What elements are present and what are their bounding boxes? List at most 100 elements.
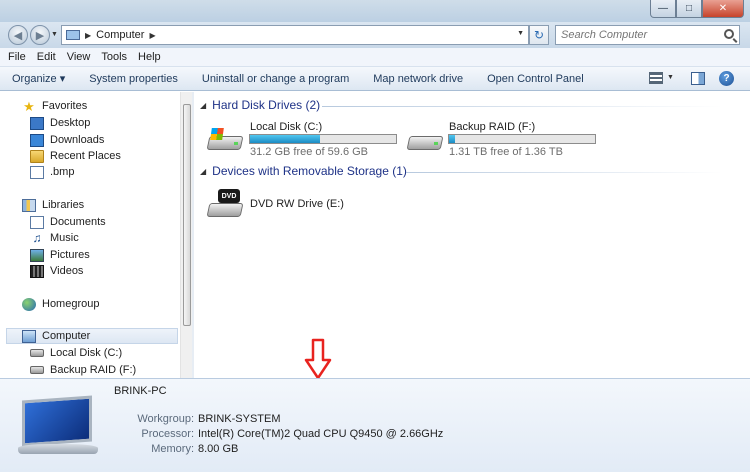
file-icon [30, 165, 44, 179]
maximize-button[interactable]: □ [676, 0, 702, 18]
sidebar-item-libraries[interactable]: Libraries [22, 197, 84, 213]
sidebar-item-pictures[interactable]: Pictures [30, 247, 90, 263]
details-pane: BRINK-PC Workgroup: BRINK-SYSTEM Process… [0, 378, 750, 472]
capacity-bar [448, 134, 596, 144]
sidebar-item-label: .bmp [50, 166, 75, 178]
sidebar-item-downloads[interactable]: Downloads [30, 132, 104, 148]
sidebar-item-music[interactable]: ♫ Music [30, 230, 79, 246]
back-button[interactable]: ◀ [8, 25, 28, 45]
sidebar-item-label: Libraries [42, 199, 85, 211]
sidebar-item-homegroup[interactable]: Homegroup [22, 296, 99, 312]
sidebar-item-computer[interactable]: Computer [6, 328, 178, 344]
desktop-icon [30, 116, 44, 130]
sidebar-item-label: Favorites [42, 100, 88, 112]
close-button[interactable]: ✕ [702, 0, 744, 18]
computer-monitor-icon [18, 395, 100, 454]
address-dropdown-icon[interactable]: ▼ [517, 30, 524, 37]
homegroup-icon [22, 297, 36, 311]
refresh-button[interactable]: ↻ [529, 25, 549, 45]
menu-view[interactable]: View [67, 51, 91, 63]
views-dropdown-icon[interactable]: ▼ [667, 74, 674, 81]
detail-key: Processor: [141, 428, 194, 440]
sidebar-item-desktop[interactable]: Desktop [30, 115, 90, 131]
dvd-badge: DVD [218, 189, 240, 203]
sidebar-item-label: Backup RAID (F:) [50, 364, 137, 376]
group-header-label: Hard Disk Drives (2) [212, 98, 321, 112]
search-input[interactable] [556, 26, 716, 44]
sidebar-item-recent-places[interactable]: Recent Places [30, 148, 121, 164]
address-bar[interactable]: ▶ Computer ▶ ▼ [61, 25, 529, 45]
sidebar-item-label: Documents [50, 216, 106, 228]
search-box[interactable] [555, 25, 740, 45]
breadcrumb-chevron-icon[interactable]: ▶ [149, 31, 155, 40]
sidebar-item-favorites[interactable]: ★ Favorites [22, 98, 87, 114]
detail-value: Intel(R) Core(TM)2 Quad CPU Q9450 @ 2.66… [198, 428, 444, 440]
forward-button[interactable]: ▶ [30, 25, 50, 45]
sidebar-item-documents[interactable]: Documents [30, 214, 106, 230]
preview-pane-icon[interactable] [691, 72, 705, 85]
scrollbar-thumb[interactable] [183, 104, 191, 326]
computer-icon [22, 329, 36, 343]
drive-free-space: 1.31 TB free of 1.36 TB [449, 146, 563, 158]
downloads-icon [30, 133, 44, 147]
command-bar: Organize ▾ System properties Uninstall o… [0, 67, 750, 91]
recent-pages-dropdown-icon[interactable]: ▼ [51, 31, 58, 38]
navigation-bar: ◀ ▶ ▼ ▶ Computer ▶ ▼ ↻ [0, 22, 750, 48]
menu-bar: File Edit View Tools Help [0, 48, 750, 67]
sidebar-item-label: Desktop [50, 117, 91, 129]
uninstall-program-button[interactable]: Uninstall or change a program [202, 73, 349, 85]
navigation-pane-scrollbar[interactable] [180, 92, 192, 378]
sidebar-item-bmp[interactable]: .bmp [30, 164, 74, 180]
capacity-bar-fill [250, 135, 321, 143]
drive-name: Backup RAID (F:) [449, 121, 536, 133]
detail-value: 8.00 GB [198, 443, 239, 455]
sidebar-item-label: Computer [42, 330, 91, 342]
group-header-removable-storage[interactable]: ◢ Devices with Removable Storage (1) [200, 164, 407, 178]
windows-drive-icon [206, 128, 244, 152]
open-control-panel-button[interactable]: Open Control Panel [487, 73, 584, 85]
menu-file[interactable]: File [8, 51, 26, 63]
recent-places-icon [30, 149, 44, 163]
content-area: ◢ Hard Disk Drives (2) Local Disk (C:) 3… [194, 92, 742, 380]
collapse-triangle-icon[interactable]: ◢ [200, 167, 206, 176]
computer-icon [66, 30, 80, 40]
red-down-arrow-annotation [304, 338, 332, 380]
search-icon[interactable] [724, 29, 734, 39]
documents-icon [30, 215, 44, 229]
sidebar-item-label: Downloads [50, 134, 105, 146]
sidebar-item-local-disk[interactable]: Local Disk (C:) [30, 345, 122, 361]
menu-tools[interactable]: Tools [101, 51, 127, 63]
minimize-button[interactable]: — [650, 0, 676, 18]
breadcrumb-chevron-icon[interactable]: ▶ [85, 31, 91, 40]
navigation-pane: ★ Favorites Desktop Downloads Recent Pla… [0, 92, 192, 378]
sidebar-item-videos[interactable]: Videos [30, 263, 83, 279]
group-divider [406, 172, 722, 173]
caption-buttons: — □ ✕ [650, 0, 744, 18]
sidebar-item-label: Recent Places [50, 150, 121, 162]
dvd-drive-icon: DVD [206, 189, 244, 219]
system-properties-button[interactable]: System properties [89, 73, 178, 85]
detail-key: Memory: [151, 443, 194, 455]
hard-drive-icon [30, 366, 44, 374]
computer-name: BRINK-PC [114, 385, 167, 397]
menu-edit[interactable]: Edit [37, 51, 56, 63]
content-edge [742, 92, 750, 378]
group-header-label: Devices with Removable Storage (1) [212, 164, 407, 178]
change-view-icon[interactable] [649, 72, 663, 84]
pictures-icon [30, 248, 44, 262]
group-header-hard-disk-drives[interactable]: ◢ Hard Disk Drives (2) [200, 98, 320, 112]
breadcrumb-computer[interactable]: Computer [96, 29, 144, 41]
collapse-triangle-icon[interactable]: ◢ [200, 101, 206, 110]
help-icon[interactable]: ? [719, 71, 734, 86]
sidebar-item-label: Homegroup [42, 298, 100, 310]
detail-key: Workgroup: [137, 413, 194, 425]
sidebar-item-label: Music [50, 232, 79, 244]
sidebar-item-backup-raid[interactable]: Backup RAID (F:) [30, 362, 136, 378]
organize-button[interactable]: Organize ▾ [12, 72, 65, 85]
drive-name: DVD RW Drive (E:) [250, 198, 344, 210]
star-icon: ★ [23, 98, 35, 114]
drive-free-space: 31.2 GB free of 59.6 GB [250, 146, 369, 158]
group-divider [322, 106, 722, 107]
menu-help[interactable]: Help [138, 51, 161, 63]
map-network-drive-button[interactable]: Map network drive [373, 73, 463, 85]
